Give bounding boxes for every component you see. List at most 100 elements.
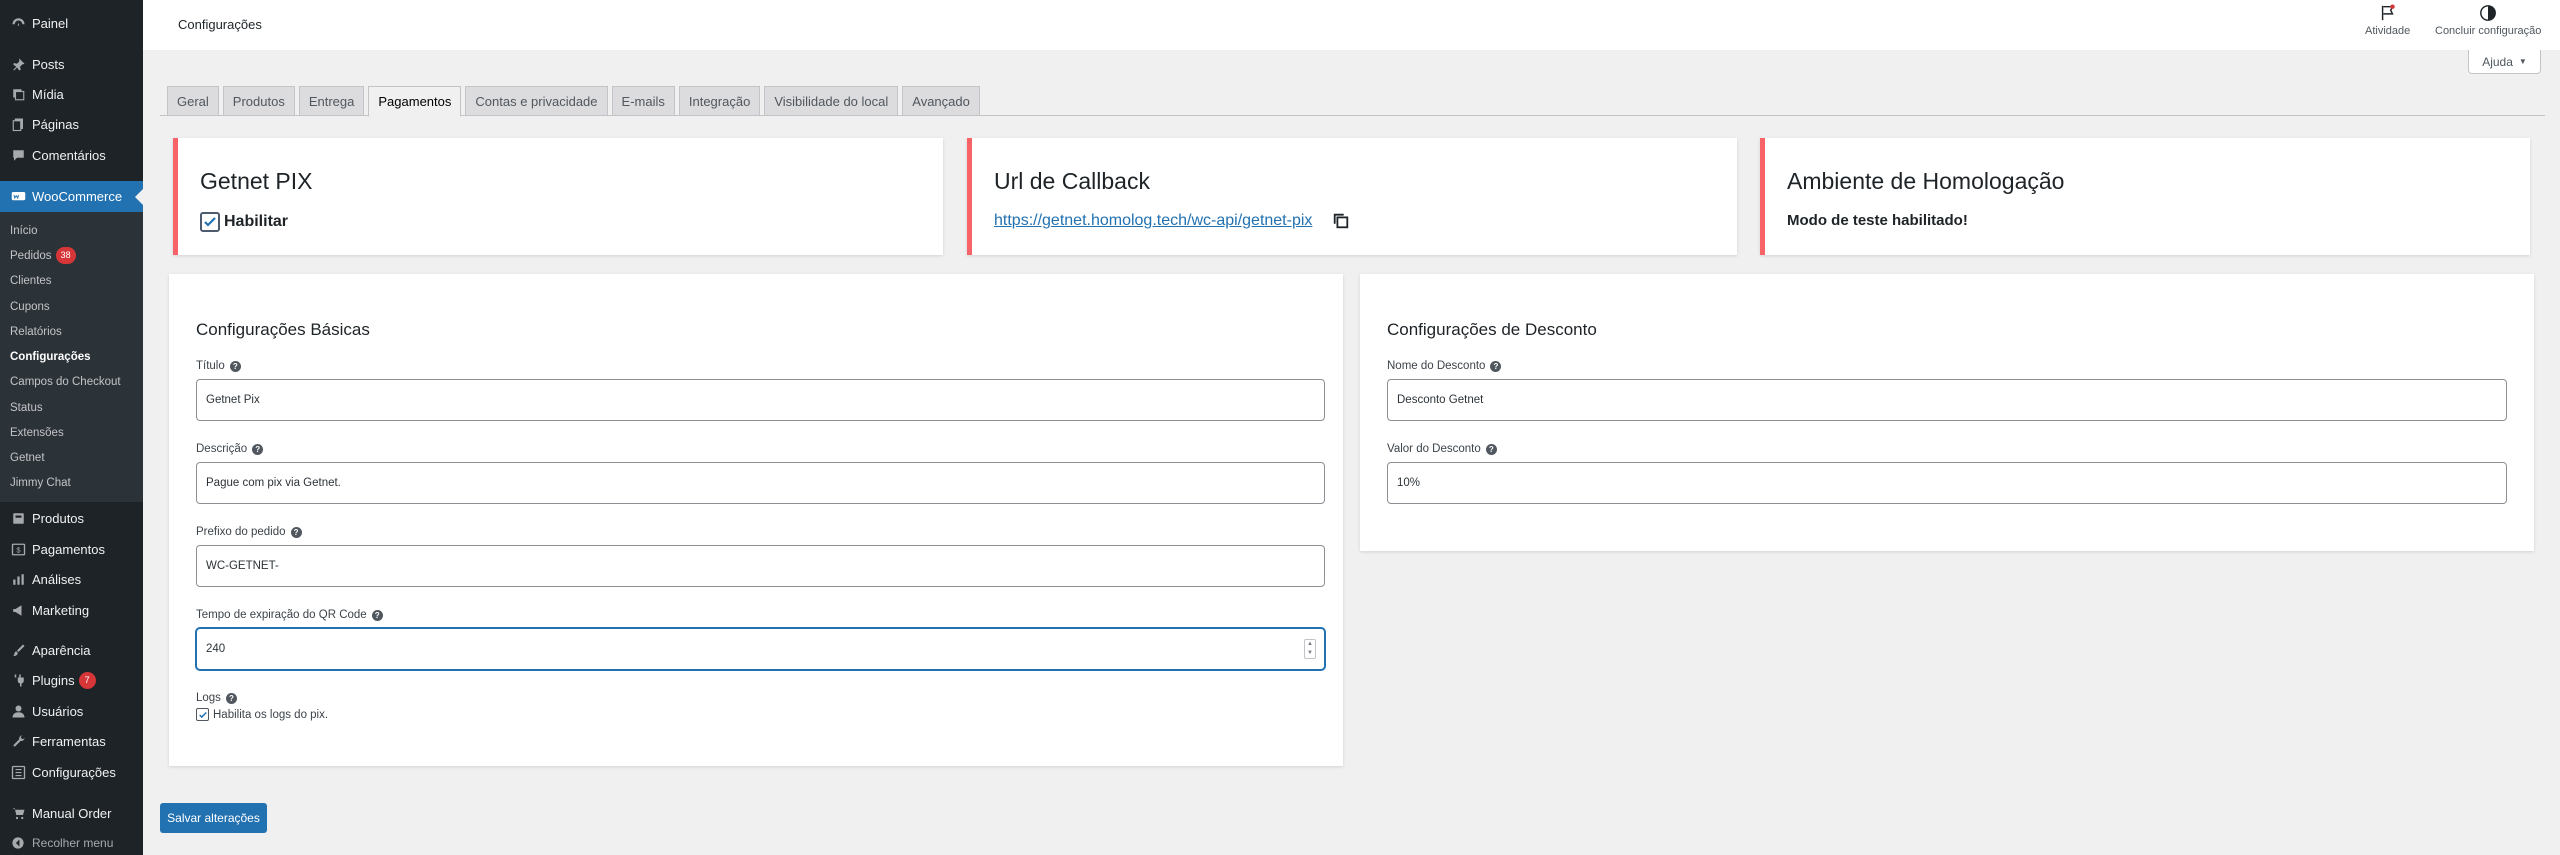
descricao-input[interactable]: Pague com pix via Getnet. [196,462,1325,504]
help-icon[interactable]: ? [1490,360,1502,372]
menu-item-midia[interactable]: Mídia [0,79,143,109]
prefixo-input[interactable]: WC-GETNET- [196,545,1325,587]
submenu-item-relatorios[interactable]: Relatórios [10,323,62,341]
help-icon[interactable]: ? [229,360,241,372]
valor-desconto-input[interactable]: 10% [1387,462,2507,504]
tab-avancado[interactable]: Avançado [902,86,980,115]
callback-card-title: Url de Callback [994,168,1150,194]
submenu-item-getnet[interactable]: Getnet [10,449,45,467]
menu-label: Análises [32,571,82,587]
tab-visibilidade-local[interactable]: Visibilidade do local [764,86,899,115]
menu-label: Configurações [32,764,116,780]
menu-item-aparencia[interactable]: Aparência [0,635,143,665]
save-changes-button[interactable]: Salvar alterações [160,803,267,833]
tab-geral[interactable]: Geral [167,86,219,115]
menu-item-paginas[interactable]: Páginas [0,109,143,139]
submenu-item-jimmy-chat[interactable]: Jimmy Chat [10,474,71,492]
prefixo-label-row: Prefixo do pedido ? [196,526,302,538]
discount-settings-panel: Configurações de Desconto Nome do Descon… [1360,274,2534,551]
callback-url-link[interactable]: https://getnet.homolog.tech/wc-api/getne… [994,212,1312,230]
submenu-item-configuracoes[interactable]: Configurações [10,348,91,366]
settings-tabs: Geral Produtos Entrega Pagamentos Contas… [167,86,980,117]
collapse-arrow-icon [8,836,28,850]
media-icon [8,84,28,104]
collapse-label: Recolher menu [32,836,114,850]
menu-item-pagamentos[interactable]: $ Pagamentos [0,534,143,564]
comment-icon [8,145,28,165]
number-stepper[interactable]: ▲ ▼ [1304,639,1316,659]
submenu-item-pedidos[interactable]: Pedidos 38 [10,247,76,265]
submenu-item-clientes[interactable]: Clientes [10,272,52,290]
chevron-down-icon: ▼ [2518,57,2527,66]
menu-label: Ferramentas [32,733,106,749]
callback-row: https://getnet.homolog.tech/wc-api/getne… [994,212,1350,230]
logs-label: Logs [196,692,221,704]
menu-item-plugins[interactable]: Plugins 7 [0,665,143,695]
submenu-item-status[interactable]: Status [10,399,43,417]
menu-label: Comentários [32,147,106,163]
help-icon[interactable]: ? [252,443,264,455]
callback-card: Url de Callback https://getnet.homolog.t… [967,138,1737,255]
submenu-item-cupons[interactable]: Cupons [10,298,50,316]
menu-label: WooCommerce [32,189,123,204]
copy-icon[interactable] [1332,212,1350,230]
help-button[interactable]: Ajuda ▼ [2468,50,2541,74]
menu-label: Aparência [32,642,91,658]
menu-item-produtos[interactable]: Produtos [0,503,143,533]
tempo-value: 240 [206,643,226,655]
menu-item-comentarios[interactable]: Comentários [0,140,143,170]
submenu-item-extensoes[interactable]: Extensões [10,424,64,442]
tab-integracao[interactable]: Integração [678,86,761,115]
menu-item-ferramentas[interactable]: Ferramentas [0,726,143,756]
help-icon[interactable]: ? [290,526,302,538]
menu-item-configuracoes[interactable]: Configurações [0,757,143,787]
help-icon[interactable]: ? [1485,443,1497,455]
orders-count-badge: 38 [55,247,76,265]
logs-checkbox-label: Habilita os logs do pix. [213,708,329,721]
menu-item-posts[interactable]: Posts [0,49,143,79]
menu-item-usuarios[interactable]: Usuários [0,696,143,726]
menu-label: Manual Order [32,805,112,821]
collapse-menu-button[interactable]: Recolher menu [0,832,143,854]
submenu-item-campos-checkout[interactable]: Campos do Checkout [10,373,121,391]
help-icon[interactable]: ? [371,609,383,621]
logs-label-row: Logs ? [196,692,237,704]
tab-emails[interactable]: E-mails [611,86,675,115]
menu-label: Usuários [32,703,84,719]
descricao-label: Descrição [196,443,248,455]
tempo-label: Tempo de expiração do QR Code [196,609,367,621]
menu-item-analises[interactable]: Análises [0,564,143,594]
page-title: Configurações [178,17,262,32]
plugins-update-badge: 7 [78,671,96,689]
logs-checkbox-row[interactable]: Habilita os logs do pix. [196,708,328,721]
discount-settings-title: Configurações de Desconto [1387,320,1597,339]
checkbox-checked-icon[interactable] [200,212,220,232]
titulo-input[interactable]: Getnet Pix [196,379,1325,421]
nome-desconto-label: Nome do Desconto [1387,360,1486,372]
logs-checkbox[interactable] [196,708,209,721]
enable-pix-toggle[interactable]: Habilitar [200,212,288,232]
nome-desconto-input[interactable]: Desconto Getnet [1387,379,2507,421]
wrench-icon [8,731,28,751]
menu-item-painel[interactable]: Painel [0,8,143,38]
menu-item-woocommerce[interactable]: WooCommerce [0,181,143,212]
activity-button[interactable]: Atividade [2365,4,2410,37]
menu-item-manual-order[interactable]: Manual Order [0,798,143,828]
tab-produtos[interactable]: Produtos [222,86,295,115]
tempo-expiracao-input[interactable]: 240 ▲ ▼ [196,628,1325,670]
svg-text:$: $ [16,545,21,554]
pin-icon [8,54,28,74]
menu-item-marketing[interactable]: Marketing [0,595,143,625]
help-icon[interactable]: ? [225,692,237,704]
submenu-item-inicio[interactable]: Início [10,222,38,240]
environment-card: Ambiente de Homologação Modo de teste ha… [1760,138,2530,255]
menu-label: Plugins [32,672,75,688]
basic-settings-panel: Configurações Básicas Título ? Getnet Pi… [169,274,1343,766]
tab-entrega[interactable]: Entrega [298,86,365,115]
tab-contas-privacidade[interactable]: Contas e privacidade [465,86,608,115]
menu-label: Posts [32,56,65,72]
tab-pagamentos[interactable]: Pagamentos [368,86,462,117]
menu-label: Produtos [32,510,85,526]
titulo-label-row: Título ? [196,360,241,372]
finish-setup-button[interactable]: Concluir configuração [2435,4,2541,37]
